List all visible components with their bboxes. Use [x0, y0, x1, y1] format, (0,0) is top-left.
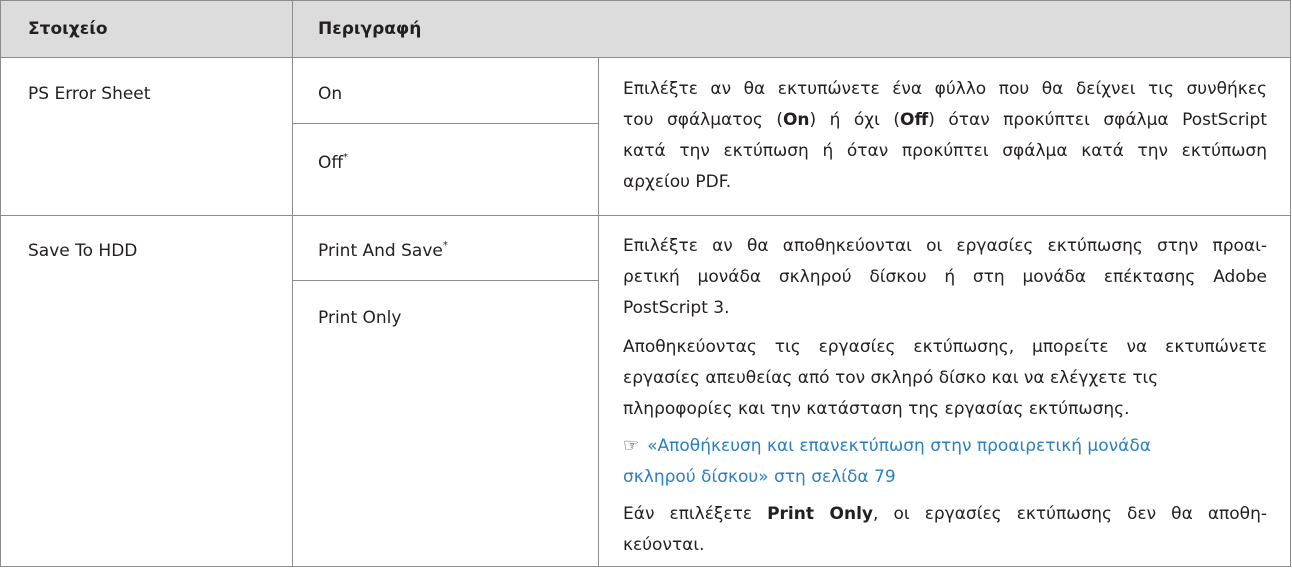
settings-table: Στοιχείο Περιγραφή PS Error Sheet On Off… [0, 0, 1291, 567]
row-item-ps-error-sheet: PS Error Sheet [28, 84, 151, 104]
description-save-to-hdd-p1: Επιλέξτε αν θα αποθηκεύονται οι εργασίες… [623, 236, 1267, 318]
description-save-to-hdd-p2: Αποθηκεύοντας τις εργασίες εκτύπωσης, μπ… [623, 337, 1267, 419]
row-item-save-to-hdd: Save To HDD [28, 241, 138, 261]
reference-hand-icon: ☞ [623, 435, 640, 456]
option-off-default: Off* [318, 152, 349, 174]
row-divider [1, 215, 1290, 216]
default-marker: * [442, 240, 448, 251]
table-header: Στοιχείο Περιγραφή [1, 1, 1290, 58]
header-divider [292, 1, 293, 57]
link-text-line2[interactable]: σκληρού δίσκου» στη σελίδα 79 [623, 467, 896, 487]
description-ps-error-sheet: Επιλέξτε αν θα εκτυπώνετε ένα φύλλο που … [623, 79, 1267, 192]
link-text-line1[interactable]: «Αποθήκευση και επανεκτύπωση στην προαιρ… [647, 436, 1151, 456]
option-divider-row2 [292, 280, 598, 281]
option-divider-row1 [292, 123, 598, 124]
cross-reference-link[interactable]: ☞ «Αποθήκευση και επανεκτύπωση στην προαι… [623, 430, 1267, 493]
option-on: On [318, 84, 343, 104]
option-print-only: Print Only [318, 308, 402, 328]
option-print-and-save-default: Print And Save* [318, 240, 448, 262]
default-marker: * [343, 152, 349, 163]
header-item: Στοιχείο [28, 19, 108, 39]
column-divider-2 [598, 57, 599, 567]
description-save-to-hdd-p3: Εάν επιλέξετε Print Only, οι εργασίες εκ… [623, 504, 1267, 555]
header-description: Περιγραφή [318, 19, 422, 39]
column-divider-1 [292, 57, 293, 567]
